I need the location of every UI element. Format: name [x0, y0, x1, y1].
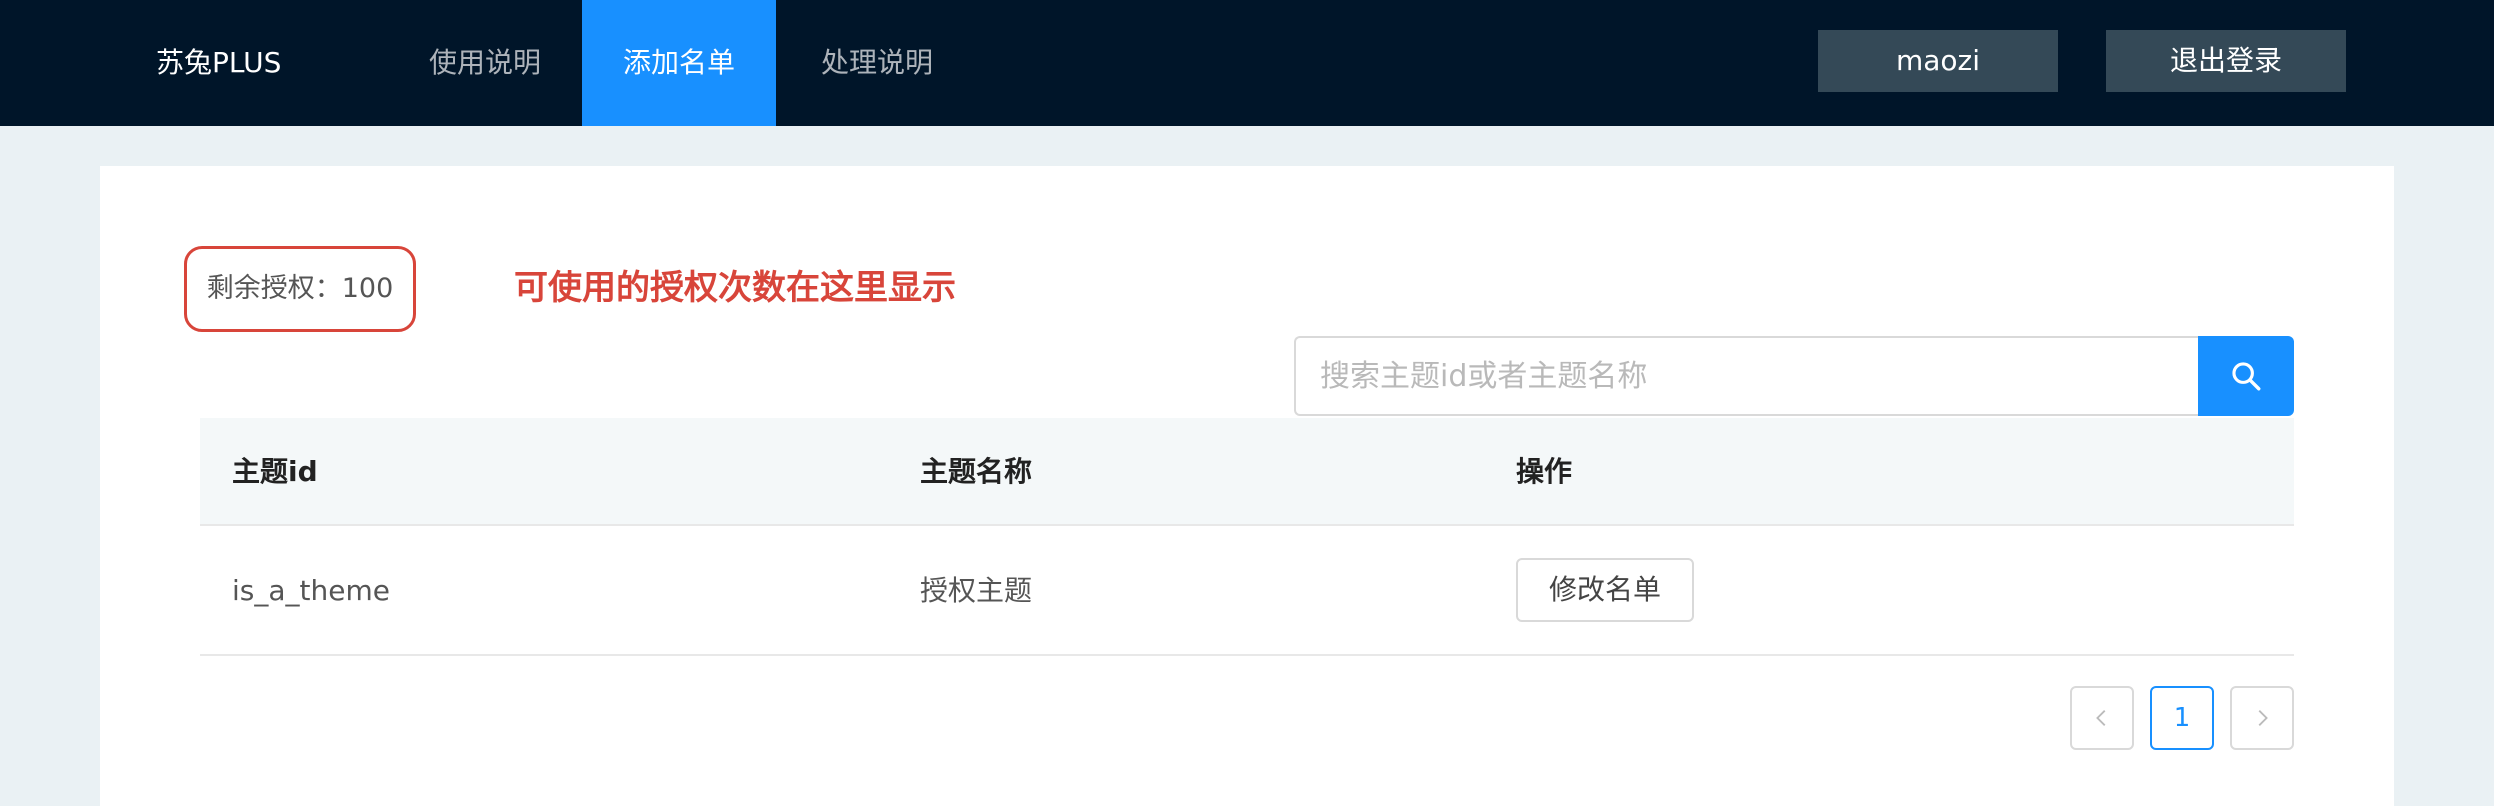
pagination-next-button[interactable]	[2230, 686, 2294, 750]
app-brand: 苏兔PLUS	[156, 46, 282, 79]
user-button[interactable]: maozi	[1818, 30, 2058, 92]
cell-theme-name: 授权主题	[920, 574, 1033, 607]
logout-button[interactable]: 退出登录	[2106, 30, 2346, 92]
search-bar	[1294, 336, 2294, 416]
nav-item-add-list[interactable]: 添加名单	[582, 0, 776, 126]
column-header-actions: 操作	[1516, 455, 1573, 488]
edit-list-button[interactable]: 修改名单	[1516, 558, 1694, 622]
nav-item-handling[interactable]: 处理说明	[792, 0, 962, 126]
pagination-prev-button[interactable]	[2070, 686, 2134, 750]
top-navigation-bar: 苏兔PLUS 使用说明 添加名单 处理说明 maozi 退出登录	[0, 0, 2494, 126]
remaining-quota-badge: 剩余授权：100	[184, 246, 416, 332]
cell-theme-id: is_a_theme	[232, 574, 390, 607]
pagination-page-1[interactable]: 1	[2150, 686, 2214, 750]
column-header-theme-id: 主题id	[232, 455, 318, 488]
quota-value: 100	[341, 273, 394, 304]
content-card: 剩余授权：100 可使用的授权次数在这里显示 主题id 主题名称 操作 is_a…	[100, 166, 2394, 806]
search-icon	[2232, 362, 2261, 391]
nav-item-usage[interactable]: 使用说明	[400, 0, 570, 126]
table-row: is_a_theme 授权主题 修改名单	[200, 526, 2294, 656]
quota-label: 剩余授权：	[206, 273, 342, 304]
search-input[interactable]	[1294, 336, 2198, 416]
quota-annotation: 可使用的授权次数在这里显示	[514, 268, 956, 308]
chevron-right-icon	[2258, 710, 2268, 726]
chevron-left-icon	[2096, 710, 2106, 726]
theme-table: 主题id 主题名称 操作 is_a_theme 授权主题 修改名单	[200, 418, 2294, 656]
search-button[interactable]	[2198, 336, 2294, 416]
table-header: 主题id 主题名称 操作	[200, 418, 2294, 526]
column-header-theme-name: 主题名称	[920, 455, 1033, 488]
